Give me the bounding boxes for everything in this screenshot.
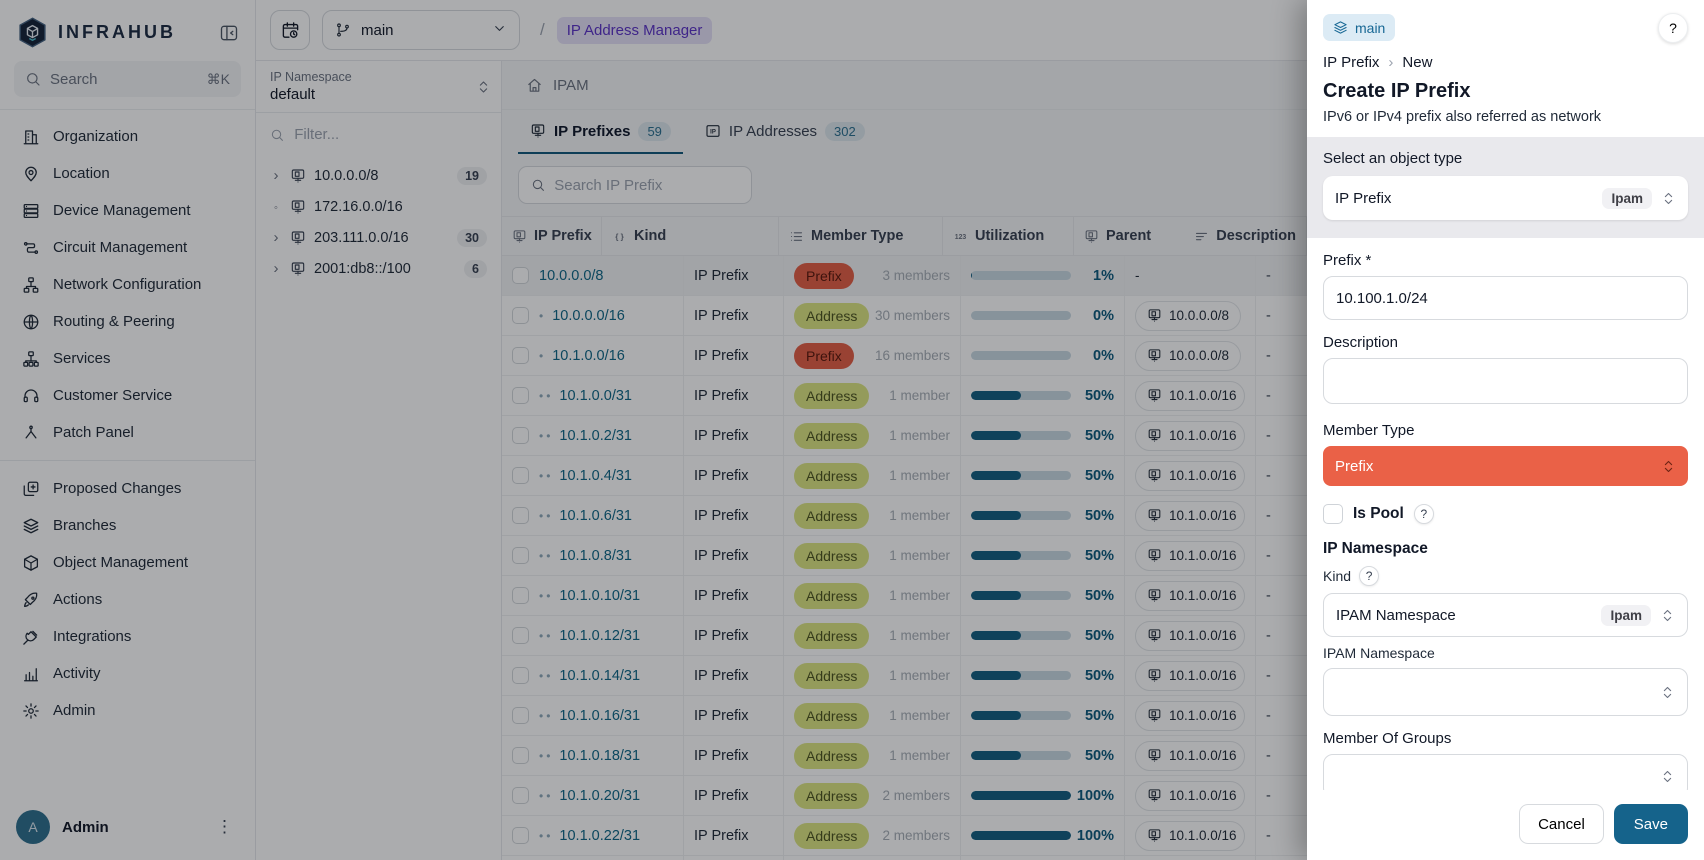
namespace-kind-badge: Ipam: [1601, 605, 1651, 626]
create-form: Prefix * Description Member Type Prefix …: [1307, 238, 1704, 790]
panel-title: Create IP Prefix: [1323, 80, 1688, 103]
create-ip-prefix-panel: main ? IP Prefix › New Create IP Prefix …: [1307, 0, 1704, 860]
member-type-value: Prefix: [1335, 458, 1373, 475]
branch-badge: main: [1323, 14, 1395, 41]
object-type-select[interactable]: IP Prefix Ipam: [1323, 176, 1688, 220]
member-of-groups-label: Member Of Groups: [1323, 730, 1688, 747]
updown-chevron-icon: [1660, 769, 1675, 784]
save-button[interactable]: Save: [1614, 804, 1688, 844]
description-field-label: Description: [1323, 334, 1688, 351]
namespace-kind-select[interactable]: IPAM Namespace Ipam: [1323, 593, 1688, 637]
panel-header: main ? IP Prefix › New Create IP Prefix …: [1307, 0, 1704, 137]
updown-chevron-icon: [1661, 191, 1676, 206]
panel-subtitle: IPv6 or IPv4 prefix also referred as net…: [1323, 109, 1688, 125]
member-type-field-label: Member Type: [1323, 422, 1688, 439]
namespace-kind-value: IPAM Namespace: [1336, 607, 1456, 624]
ipam-namespace-select[interactable]: [1323, 668, 1688, 716]
prefix-field-label: Prefix *: [1323, 252, 1688, 269]
member-of-groups-select[interactable]: [1323, 754, 1688, 790]
kind-label: Kind: [1323, 568, 1351, 584]
is-pool-label: Is Pool: [1353, 505, 1404, 523]
member-type-select[interactable]: Prefix: [1323, 446, 1688, 486]
prefix-field[interactable]: [1323, 276, 1688, 320]
modal-overlay[interactable]: [0, 0, 1307, 860]
breadcrumb-parent[interactable]: IP Prefix: [1323, 54, 1379, 71]
object-type-value: IP Prefix: [1335, 190, 1391, 207]
layers-icon: [1333, 20, 1348, 35]
ip-namespace-section-title: IP Namespace: [1323, 540, 1688, 558]
cancel-button[interactable]: Cancel: [1519, 804, 1604, 844]
chevron-right-icon: ›: [1388, 54, 1393, 71]
description-field[interactable]: [1323, 358, 1688, 404]
updown-chevron-icon: [1660, 608, 1675, 623]
object-type-label: Select an object type: [1323, 150, 1688, 167]
ipam-namespace-label: IPAM Namespace: [1323, 645, 1688, 661]
help-button[interactable]: ?: [1658, 13, 1688, 43]
branch-badge-label: main: [1355, 20, 1385, 36]
panel-footer: Cancel Save: [1307, 790, 1704, 860]
updown-chevron-icon: [1661, 459, 1676, 474]
breadcrumb-current: New: [1402, 54, 1432, 71]
is-pool-row: Is Pool ?: [1323, 504, 1688, 524]
panel-breadcrumb: IP Prefix › New: [1323, 54, 1688, 71]
namespace-kind-badge: Ipam: [1602, 188, 1652, 209]
is-pool-checkbox[interactable]: [1323, 504, 1343, 524]
kind-label-row: Kind ?: [1323, 566, 1688, 586]
kind-help-icon[interactable]: ?: [1359, 566, 1379, 586]
object-type-section: Select an object type IP Prefix Ipam: [1307, 137, 1704, 238]
is-pool-help-icon[interactable]: ?: [1414, 504, 1434, 524]
updown-chevron-icon: [1660, 685, 1675, 700]
